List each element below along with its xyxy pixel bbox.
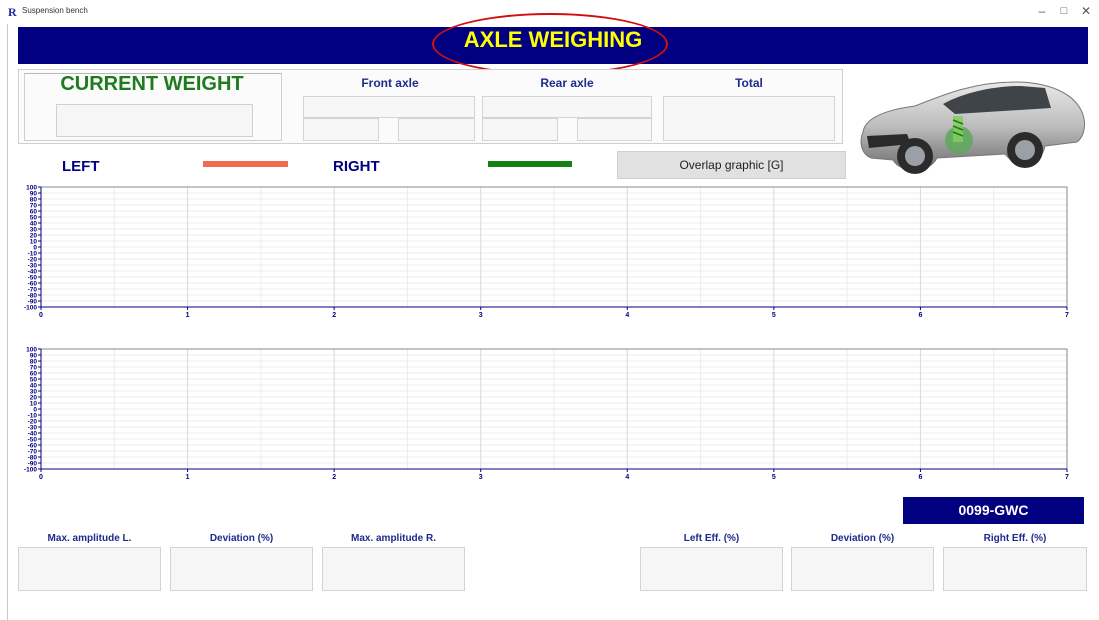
x-tick-label: 7	[1065, 474, 1069, 481]
maximize-button[interactable]: □	[1052, 2, 1076, 20]
right-series-swatch	[488, 161, 572, 167]
minimize-button[interactable]: –	[1030, 2, 1054, 20]
x-tick-label: 4	[625, 312, 629, 319]
max-amplitude-left-value	[18, 547, 161, 591]
title-bar: R Suspension bench – □ ✕	[0, 0, 1099, 22]
y-tick-label: -100	[24, 467, 37, 474]
max-amplitude-right-label: Max. amplitude R.	[350, 533, 436, 544]
max-amplitude-left-label: Max. amplitude L.	[47, 533, 132, 544]
app-logo-icon: R	[8, 5, 17, 19]
x-tick-label: 6	[918, 474, 922, 481]
rear-axle-label: Rear axle	[540, 76, 594, 90]
right-legend-label: RIGHT	[333, 158, 380, 175]
rear-left-value	[482, 118, 558, 141]
deviation-left-label: Deviation (%)	[209, 533, 274, 544]
license-plate: 0099-GWC	[903, 497, 1084, 524]
current-weight-label: CURRENT WEIGHT	[60, 73, 244, 95]
x-tick-label: 5	[772, 474, 776, 481]
left-efficiency-label: Left Eff. (%)	[683, 533, 740, 544]
x-tick-label: 5	[772, 312, 776, 319]
current-weight-value	[56, 104, 253, 137]
left-wheel-chart: 1009080706050403020100-10-20-30-40-50-60…	[24, 185, 1069, 320]
x-tick-label: 1	[186, 474, 190, 481]
deviation-left-value	[170, 547, 313, 591]
car-suspension-image	[860, 81, 1085, 174]
suspension-bench-window: R Suspension bench – □ ✕ AXLE WEIGHING C…	[0, 0, 1099, 620]
front-right-value	[398, 118, 475, 141]
x-tick-label: 6	[918, 312, 922, 319]
x-tick-label: 1	[186, 312, 190, 319]
max-amplitude-right-value	[322, 547, 465, 591]
right-wheel-chart: 1009080706050403020100-10-20-30-40-50-60…	[24, 347, 1069, 482]
total-label: Total	[735, 76, 763, 90]
x-tick-label: 7	[1065, 312, 1069, 319]
x-tick-label: 3	[479, 312, 483, 319]
x-tick-label: 0	[39, 312, 43, 319]
close-button[interactable]: ✕	[1074, 2, 1098, 20]
front-left-value	[303, 118, 379, 141]
left-efficiency-value	[640, 547, 783, 591]
rear-right-value	[577, 118, 652, 141]
right-efficiency-value	[943, 547, 1087, 591]
x-tick-label: 4	[625, 474, 629, 481]
deviation-efficiency-label: Deviation (%)	[830, 533, 895, 544]
x-tick-label: 2	[332, 474, 336, 481]
left-series-swatch	[203, 161, 288, 167]
x-tick-label: 3	[479, 474, 483, 481]
front-axle-value	[303, 96, 475, 118]
deviation-efficiency-value	[791, 547, 934, 591]
header-bar: AXLE WEIGHING	[18, 27, 1088, 64]
left-legend-label: LEFT	[62, 158, 100, 175]
x-tick-label: 2	[332, 312, 336, 319]
rear-axle-value	[482, 96, 652, 118]
overlap-graphic-button[interactable]: Overlap graphic [G]	[617, 151, 846, 179]
right-efficiency-label: Right Eff. (%)	[983, 533, 1047, 544]
total-value	[663, 96, 835, 141]
page-title: AXLE WEIGHING	[463, 27, 643, 52]
y-tick-label: -100	[24, 305, 37, 312]
front-axle-label: Front axle	[361, 76, 419, 90]
window-title: Suspension bench	[22, 6, 88, 15]
x-tick-label: 0	[39, 474, 43, 481]
